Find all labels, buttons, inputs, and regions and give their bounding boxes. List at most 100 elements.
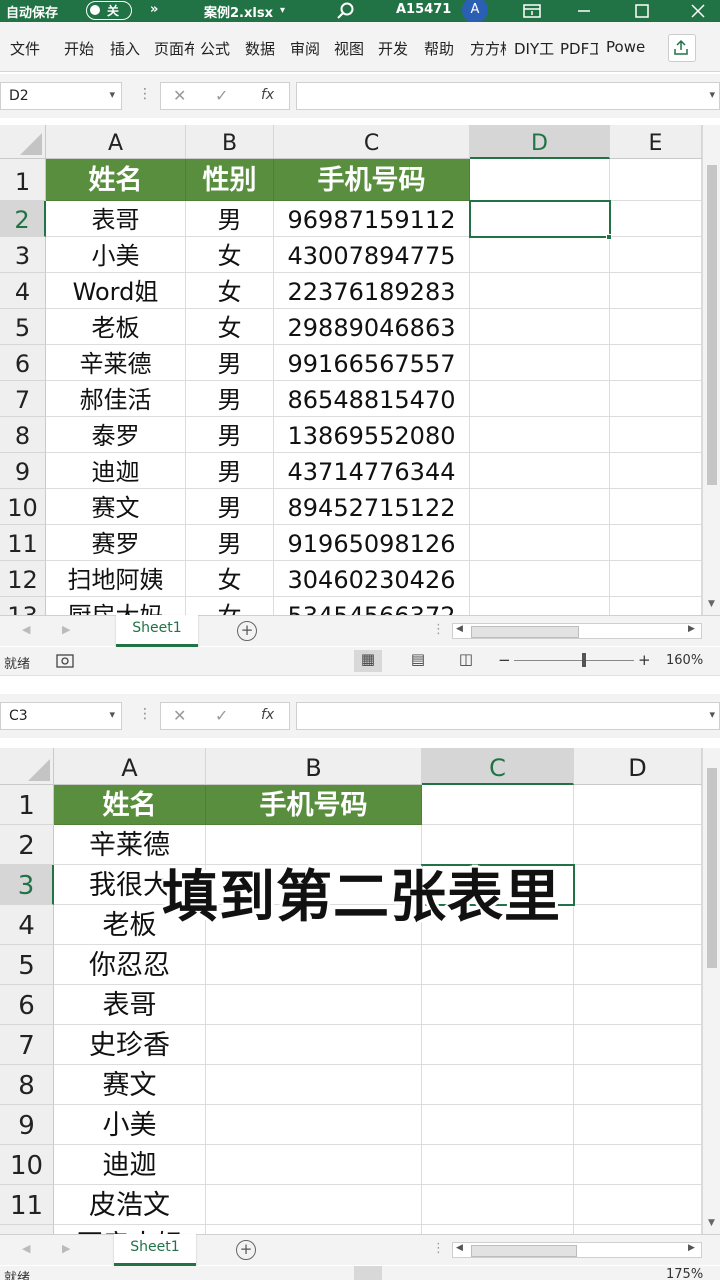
header-cell-name[interactable]: 姓名 (46, 159, 186, 201)
cell[interactable] (206, 1065, 422, 1105)
column-header-a[interactable]: A (54, 748, 206, 785)
cell[interactable] (610, 561, 702, 597)
row-header[interactable]: 6 (0, 345, 46, 381)
h-scrollbar-thumb[interactable] (471, 1245, 577, 1257)
phone-cell[interactable]: 86548815470 (274, 381, 470, 417)
header-cell-name[interactable]: 姓名 (54, 785, 206, 825)
tab-pdf-tools[interactable]: PDF工 (560, 38, 598, 59)
vertical-scrollbar[interactable]: ▼ (702, 125, 720, 615)
gender-cell[interactable]: 女 (186, 561, 274, 597)
phone-cell[interactable]: 43714776344 (274, 453, 470, 489)
row-header[interactable]: 13 (0, 597, 46, 615)
gender-cell[interactable]: 男 (186, 345, 274, 381)
cell[interactable] (610, 417, 702, 453)
share-icon[interactable] (668, 34, 696, 62)
cell[interactable] (610, 201, 702, 237)
cell[interactable] (470, 453, 610, 489)
cell[interactable] (206, 1185, 422, 1225)
select-all-corner[interactable] (0, 748, 54, 785)
maximize-icon[interactable] (622, 0, 662, 22)
row-header[interactable]: 1 (0, 785, 54, 825)
tab-page-layout[interactable]: 页面布 (154, 38, 194, 59)
cell[interactable] (422, 1185, 574, 1225)
cell[interactable] (574, 1105, 702, 1145)
zoom-out-icon[interactable]: − (498, 651, 511, 669)
name-cell[interactable]: 史珍香 (54, 1025, 206, 1065)
normal-view-icon[interactable]: ▦ (354, 650, 382, 672)
cell[interactable] (206, 1025, 422, 1065)
phone-cell[interactable]: 30460230426 (274, 561, 470, 597)
file-name[interactable]: 案例2.xlsx (204, 2, 273, 21)
cell[interactable] (422, 1025, 574, 1065)
cell[interactable] (206, 1105, 422, 1145)
name-cell[interactable]: 厨房大妈 (54, 1225, 206, 1234)
row-header[interactable]: 5 (0, 945, 54, 985)
add-sheet-icon[interactable]: + (236, 1240, 256, 1260)
cell[interactable] (206, 1145, 422, 1185)
scroll-down-icon[interactable]: ▼ (708, 599, 715, 609)
cell[interactable] (206, 985, 422, 1025)
cell[interactable] (422, 1225, 574, 1234)
row-header[interactable]: 4 (0, 273, 46, 309)
cell[interactable] (206, 945, 422, 985)
name-cell[interactable]: 小美 (54, 1105, 206, 1145)
formula-input[interactable]: ▾ (296, 82, 720, 110)
zoom-level[interactable]: 175% (666, 1267, 703, 1280)
gender-cell[interactable]: 男 (186, 201, 274, 237)
header-cell-gender[interactable]: 性别 (186, 159, 274, 201)
cell[interactable] (574, 985, 702, 1025)
cell[interactable] (470, 381, 610, 417)
phone-cell[interactable]: 13869552080 (274, 417, 470, 453)
next-sheet-icon[interactable]: ▶ (62, 623, 70, 636)
cell[interactable] (470, 273, 610, 309)
tab-review[interactable]: 审阅 (290, 38, 320, 59)
row-header[interactable]: 6 (0, 985, 54, 1025)
formula-input-2[interactable]: ▾ (296, 702, 720, 730)
minimize-icon[interactable] (564, 0, 604, 22)
qat-more-icon[interactable]: » (150, 2, 158, 17)
scroll-down-icon[interactable]: ▼ (708, 1218, 715, 1228)
name-cell[interactable]: Word姐 (46, 273, 186, 309)
cell[interactable] (574, 785, 702, 825)
column-header-b[interactable]: B (186, 125, 274, 159)
row-header[interactable]: 3 (0, 237, 46, 273)
ribbon-display-icon[interactable] (512, 0, 552, 22)
zoom-slider-track[interactable] (514, 660, 634, 661)
cell[interactable] (610, 381, 702, 417)
enter-icon[interactable]: ✓ (215, 706, 228, 725)
name-cell[interactable]: 表哥 (54, 985, 206, 1025)
header-cell-phone[interactable]: 手机号码 (206, 785, 422, 825)
row-header[interactable]: 8 (0, 1065, 54, 1105)
enter-icon[interactable]: ✓ (215, 86, 228, 105)
name-box[interactable]: D2 ▾ (0, 82, 122, 110)
tab-formulas[interactable]: 公式 (200, 38, 230, 59)
scroll-left-icon[interactable]: ◀ (456, 1243, 463, 1253)
name-cell[interactable]: 赛文 (46, 489, 186, 525)
autosave-toggle[interactable]: 关 (86, 1, 132, 20)
name-cell[interactable]: 厨房大妈 (46, 597, 186, 615)
name-cell[interactable]: 你忍忍 (54, 945, 206, 985)
add-sheet-icon[interactable]: + (237, 621, 257, 641)
phone-cell[interactable]: 53454566372 (274, 597, 470, 615)
expand-formula-icon[interactable]: ▾ (709, 88, 715, 101)
cell[interactable] (422, 1065, 574, 1105)
phone-cell[interactable]: 96987159112 (274, 201, 470, 237)
name-box-2[interactable]: C3 ▾ (0, 702, 122, 730)
scrollbar-thumb[interactable] (707, 165, 717, 485)
tab-insert[interactable]: 插入 (110, 38, 140, 59)
scroll-right-icon[interactable]: ▶ (688, 624, 695, 634)
column-header-d[interactable]: D (470, 125, 610, 159)
gender-cell[interactable]: 男 (186, 381, 274, 417)
tab-split-icon[interactable]: ⋮ (432, 622, 445, 637)
gender-cell[interactable]: 女 (186, 597, 274, 615)
row-header[interactable]: 9 (0, 1105, 54, 1145)
cancel-icon[interactable]: ✕ (173, 86, 186, 105)
cell[interactable] (610, 273, 702, 309)
normal-view-icon[interactable] (354, 1266, 382, 1280)
cell[interactable] (610, 453, 702, 489)
row-header[interactable]: 11 (0, 525, 46, 561)
column-header-e[interactable]: E (610, 125, 702, 159)
phone-cell[interactable]: 22376189283 (274, 273, 470, 309)
column-header-c[interactable]: C (274, 125, 470, 159)
phone-cell[interactable]: 99166567557 (274, 345, 470, 381)
